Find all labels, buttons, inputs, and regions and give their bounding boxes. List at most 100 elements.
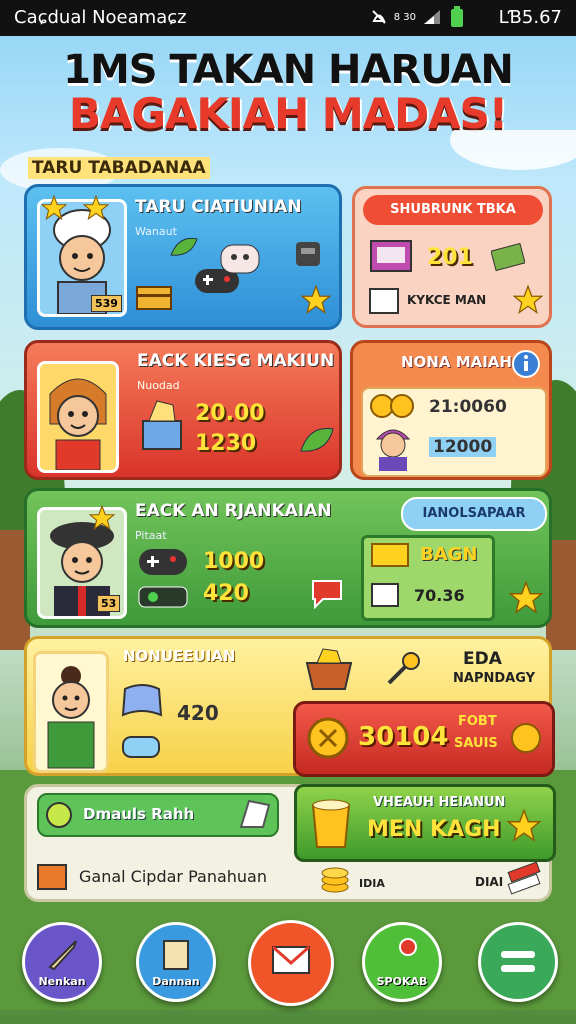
blue-event-card[interactable]: 539 TARU CIATIUNIAN Wanaut bbox=[24, 184, 342, 330]
mona-card[interactable]: NONA MAIAH 21:0060 12000 bbox=[350, 340, 552, 480]
green-card-pill[interactable]: IANOLSAPAAR bbox=[401, 497, 547, 531]
boy-icon bbox=[375, 429, 411, 471]
face-icon bbox=[220, 244, 260, 274]
info-icon[interactable] bbox=[511, 349, 541, 379]
chat-icon bbox=[312, 580, 342, 609]
hand-icon bbox=[122, 736, 160, 758]
coins-stack-icon bbox=[321, 867, 349, 893]
nav-button-nenkan[interactable]: Nenkan bbox=[22, 922, 102, 1002]
card-icon bbox=[371, 583, 399, 607]
drink-icon bbox=[311, 799, 351, 848]
console-icon bbox=[296, 242, 320, 266]
title-line-1: 1MS TAKAN HARUAN bbox=[63, 47, 514, 93]
star-icon bbox=[83, 195, 109, 221]
page-title: 1MS TAKAN HARUAN BAGAKIAH MADAS! bbox=[0, 48, 576, 136]
info-pill[interactable]: Dmauls Rahh bbox=[37, 793, 279, 837]
package-icon bbox=[369, 288, 399, 314]
green-card-title: EACK AN RJANKAIAN bbox=[135, 501, 332, 521]
reward-title: EDA bbox=[463, 649, 502, 669]
status-app-name: Caɕdual Noeamaɕz bbox=[14, 7, 187, 28]
mona-card-title: NONA MAIAH bbox=[401, 353, 512, 371]
pink-card-footer: KYKCE MAN bbox=[407, 293, 487, 307]
reward-button[interactable]: 30104 FOBT SAUIS bbox=[293, 701, 555, 777]
nav-button-mail[interactable] bbox=[248, 920, 334, 1006]
ticket-icon bbox=[371, 543, 409, 567]
green-card-subtitle: Pitaat bbox=[135, 529, 167, 542]
yellow-card-value: 420 bbox=[177, 701, 219, 725]
reward-value: 30104 bbox=[358, 722, 449, 752]
red-card-subtitle: Nuodad bbox=[137, 379, 180, 392]
menu-icon bbox=[501, 951, 535, 972]
book-icon bbox=[370, 240, 412, 272]
men-kagh-button[interactable]: VHEAUH HEIANUN MEN KAGH bbox=[294, 784, 556, 862]
bottom-nav: Nenkan Dannan SPOKAB bbox=[0, 912, 576, 1024]
green-box-label: BAGN bbox=[420, 544, 478, 565]
nav-button-menu[interactable] bbox=[478, 922, 558, 1002]
status-bar: Caɕdual Noeamaɕz 8 30 LƁ5.67 bbox=[0, 0, 576, 36]
envelope-icon bbox=[272, 945, 310, 974]
coin-icon bbox=[307, 717, 349, 759]
globe-icon bbox=[46, 802, 72, 828]
nav-label: Dannan bbox=[152, 975, 200, 988]
pink-card-value: 201 bbox=[427, 245, 473, 270]
status-time: LƁ5.67 bbox=[498, 7, 562, 28]
star-icon bbox=[513, 285, 543, 314]
nav-label: SPOKAB bbox=[376, 975, 428, 988]
star-icon bbox=[509, 581, 543, 614]
coin-icon bbox=[511, 723, 541, 753]
tissue-box-icon bbox=[142, 400, 182, 450]
green-inner-box[interactable]: BAGN 70.36 bbox=[361, 535, 495, 621]
nav-button-spokab[interactable]: SPOKAB bbox=[362, 922, 442, 1002]
star-icon bbox=[41, 195, 67, 221]
section-label: TARU TABADANAA bbox=[28, 157, 210, 179]
reward-side-1: FOBT bbox=[458, 714, 497, 729]
green-event-card[interactable]: 53 EACK AN RJANKAIAN Pitaat 1000 420 IAN… bbox=[24, 488, 552, 628]
mona-inner-panel: 21:0060 12000 bbox=[361, 387, 547, 477]
chef-badge: 539 bbox=[91, 295, 122, 312]
paper-icon bbox=[239, 799, 271, 828]
blue-card-title: TARU CIATIUNIAN bbox=[135, 197, 302, 217]
basket-icon bbox=[305, 648, 353, 690]
signal-label: 8 30 bbox=[393, 11, 416, 23]
yellow-event-card[interactable]: NONUEEUIAN 420 EDA NAPNDAGY 30104 FOBT S… bbox=[24, 636, 555, 777]
sword-icon bbox=[48, 940, 77, 971]
signal-icon bbox=[424, 10, 440, 24]
books-icon bbox=[507, 861, 541, 895]
green-box-value: 70.36 bbox=[414, 586, 465, 605]
star-icon bbox=[89, 505, 115, 531]
reward-side-2: SAUIS bbox=[454, 736, 498, 751]
red-card-value-1: 20.00 bbox=[195, 401, 265, 426]
gamepad-icon bbox=[139, 549, 187, 575]
box-icon bbox=[37, 864, 67, 890]
cash-icon bbox=[491, 243, 525, 271]
info-right-2: DIAI bbox=[475, 875, 504, 889]
yellow-card-title: NONUEEUIAN bbox=[123, 647, 236, 665]
nav-button-dannan[interactable]: Dannan bbox=[136, 922, 216, 1002]
gamepad-icon bbox=[121, 684, 163, 717]
girl-avatar bbox=[37, 361, 119, 473]
alert-icon bbox=[399, 938, 417, 956]
officer-badge: 53 bbox=[97, 595, 121, 612]
scroll-icon bbox=[163, 940, 189, 970]
star-icon bbox=[507, 809, 541, 842]
red-card-value-2: 1230 bbox=[195, 431, 257, 456]
leaf-icon bbox=[170, 237, 198, 256]
chest-icon bbox=[136, 286, 172, 310]
info-row-text: Ganal Cipdar Panahuan bbox=[79, 867, 267, 886]
status-icons: 8 30 bbox=[370, 6, 466, 28]
info-pill-label: Dmauls Rahh bbox=[83, 805, 195, 823]
reward-subtitle: NAPNDAGY bbox=[453, 671, 535, 686]
key-icon bbox=[387, 652, 420, 685]
mona-value-1: 21:0060 bbox=[429, 397, 507, 417]
red-event-card[interactable]: EACK KIESG MAKIUN Nuodad 20.00 1230 bbox=[24, 340, 342, 480]
star-icon bbox=[301, 285, 331, 314]
remote-icon bbox=[138, 586, 188, 608]
pink-card-title: SHUBRUNK TBKA bbox=[363, 195, 543, 225]
coins-icon bbox=[370, 394, 414, 418]
green-card-value-2: 420 bbox=[203, 581, 249, 606]
no-notification-icon bbox=[372, 10, 386, 24]
nav-label: Nenkan bbox=[38, 975, 86, 988]
cta-line-2: MEN KAGH bbox=[367, 817, 501, 842]
red-card-title: EACK KIESG MAKIUN bbox=[137, 351, 335, 371]
pink-shop-card[interactable]: SHUBRUNK TBKA 201 KYKCE MAN bbox=[352, 186, 552, 328]
